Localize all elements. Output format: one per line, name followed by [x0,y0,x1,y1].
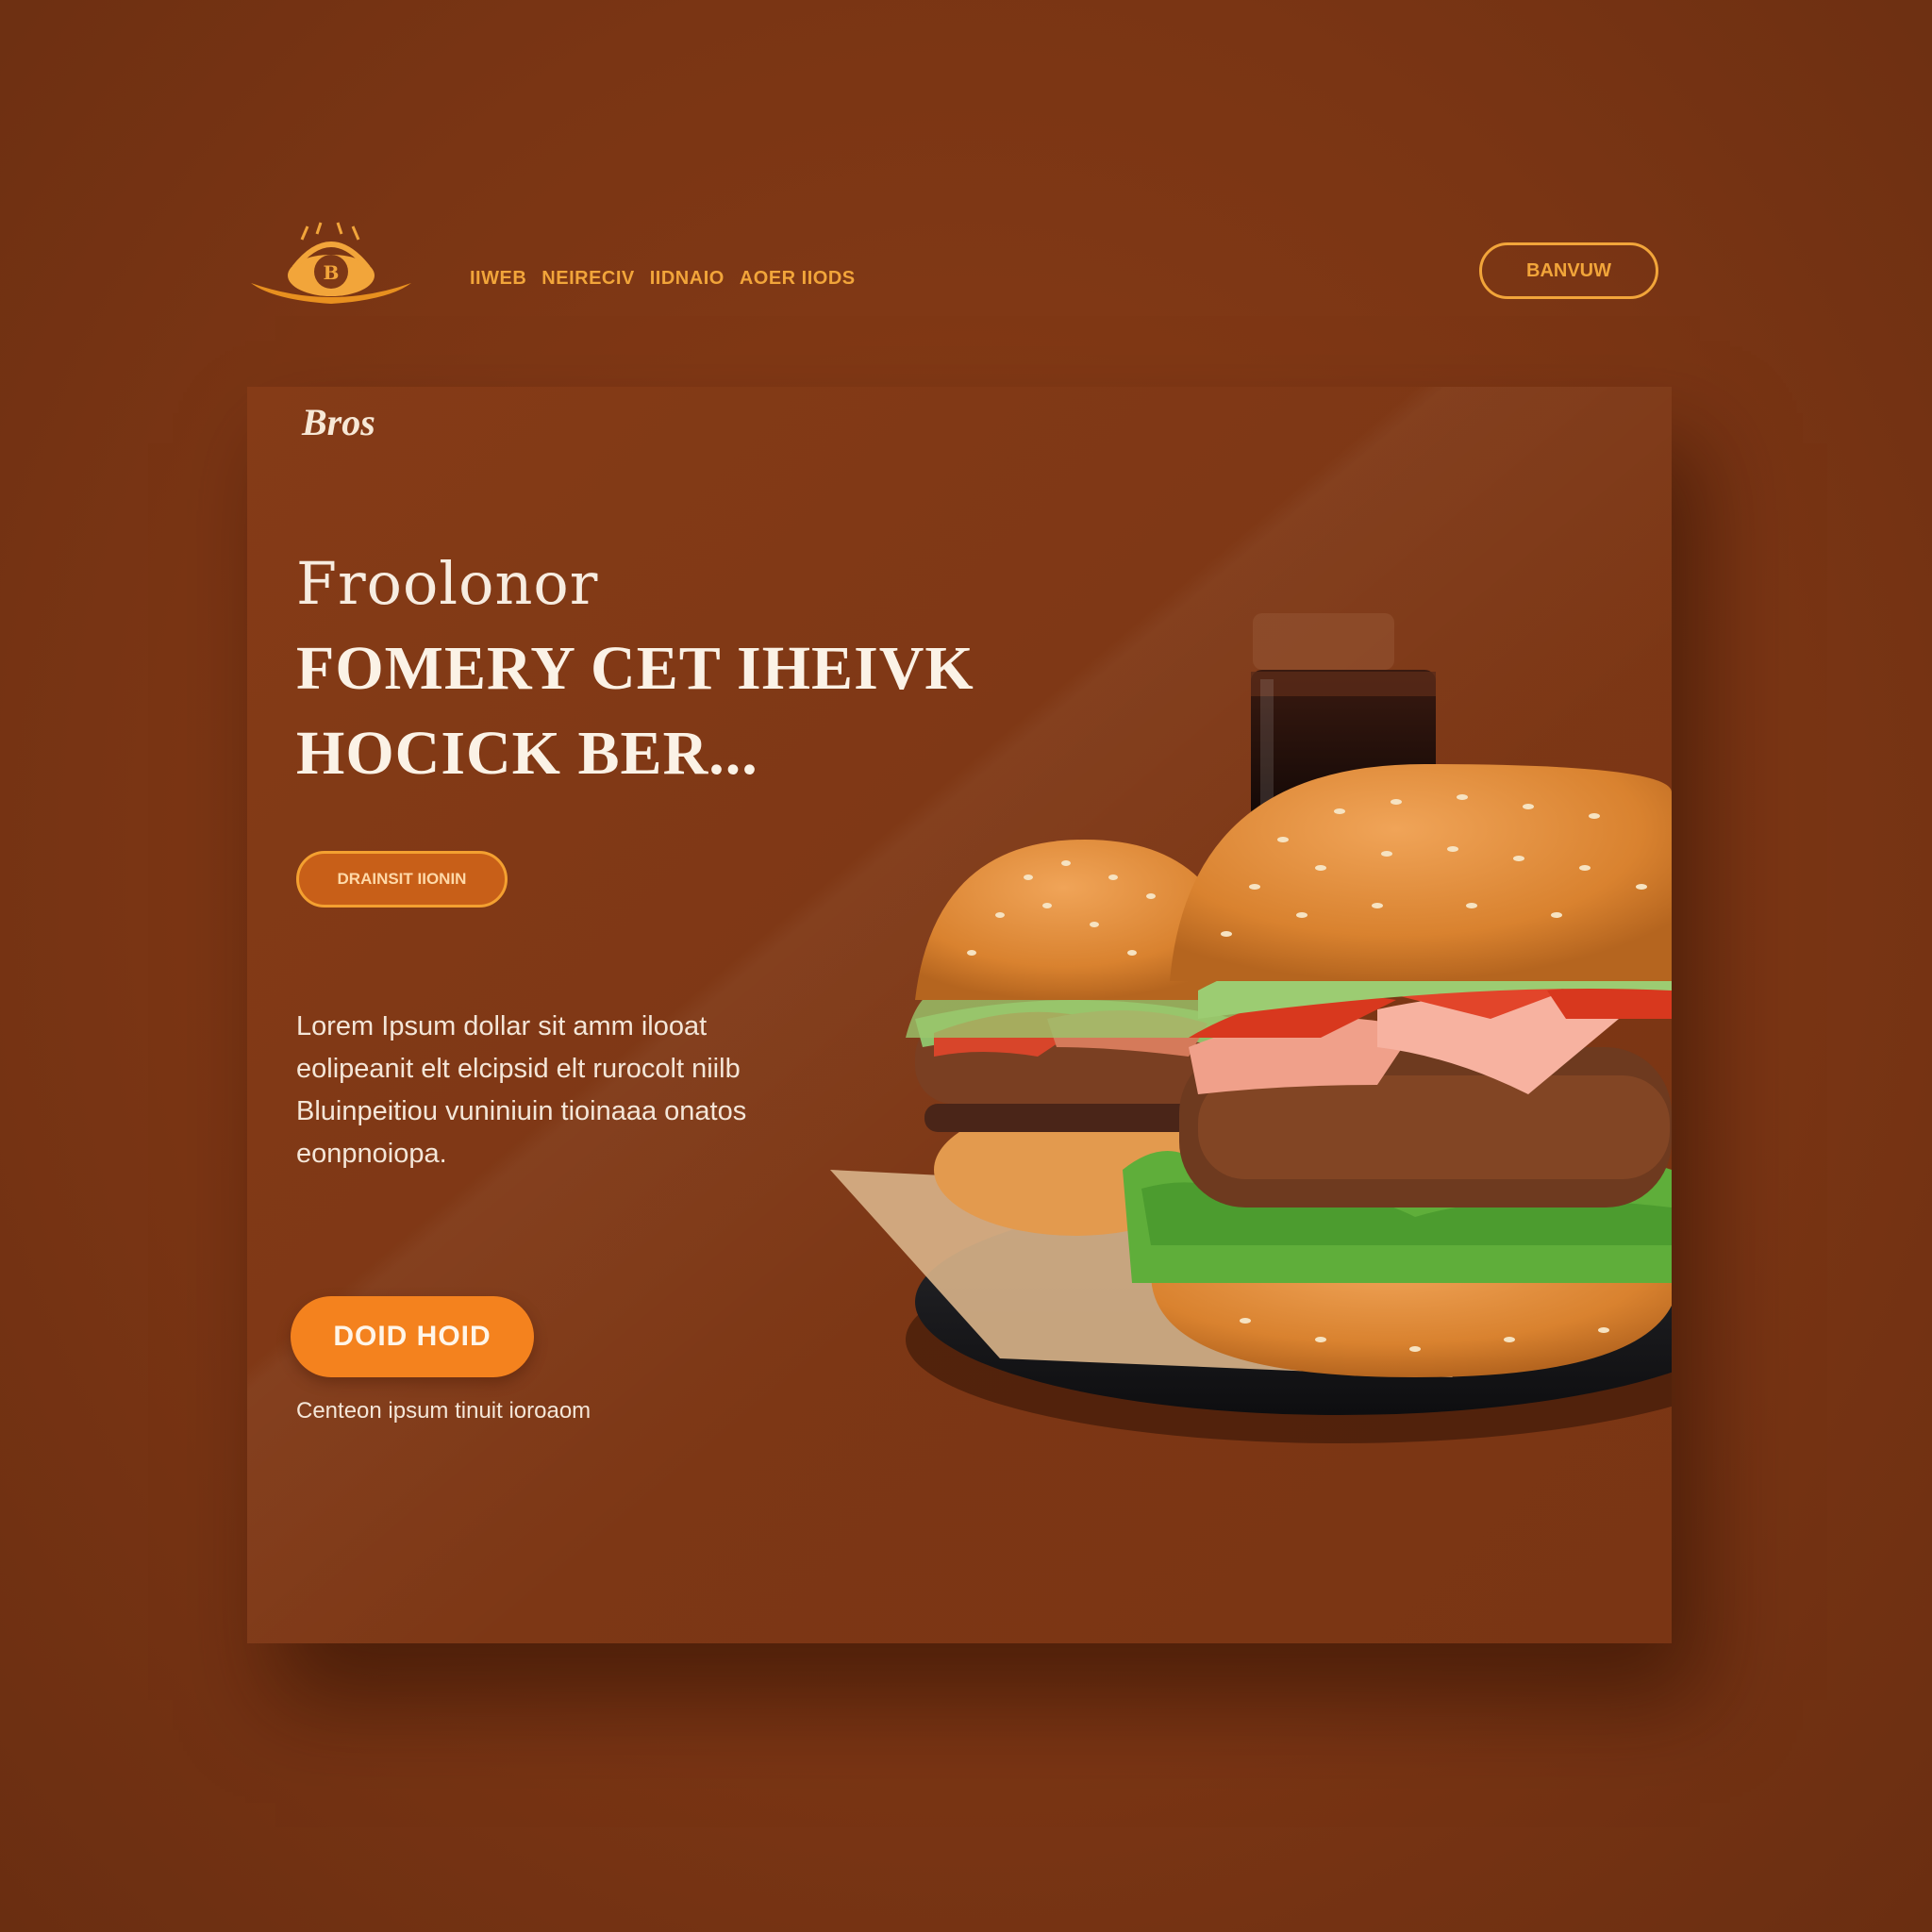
burger-emblem-icon: B [251,222,411,304]
hero-description: Lorem Ipsum dollar sit amm ilooat eolipe… [296,1011,747,1169]
logo[interactable]: B [247,221,415,311]
nav-item-2[interactable]: NEIRECIV [541,268,634,290]
svg-text:B: B [324,261,340,284]
nav-item-1[interactable]: IIWEB [470,268,526,290]
nav-item-3[interactable]: IIDNAIO [650,268,724,290]
secondary-pill-button[interactable]: DRAINSIT IIONIN [296,851,508,908]
hero-eyebrow: Froolonor [296,549,599,618]
brand-wordmark: Bros [302,401,375,443]
burger-front [1123,764,1672,1377]
primary-cta-button[interactable]: DOID HOID [291,1296,534,1377]
main-nav: IIWEB NEIRECIV IIDNAIO AOER IIODS [470,268,856,290]
burger-hero-image [830,613,1672,1443]
header-cta-button[interactable]: BANVUW [1479,242,1658,299]
cta-subtext: Centeon ipsum tinuit ioroaom [296,1398,591,1424]
nav-item-4[interactable]: AOER IIODS [740,268,856,290]
